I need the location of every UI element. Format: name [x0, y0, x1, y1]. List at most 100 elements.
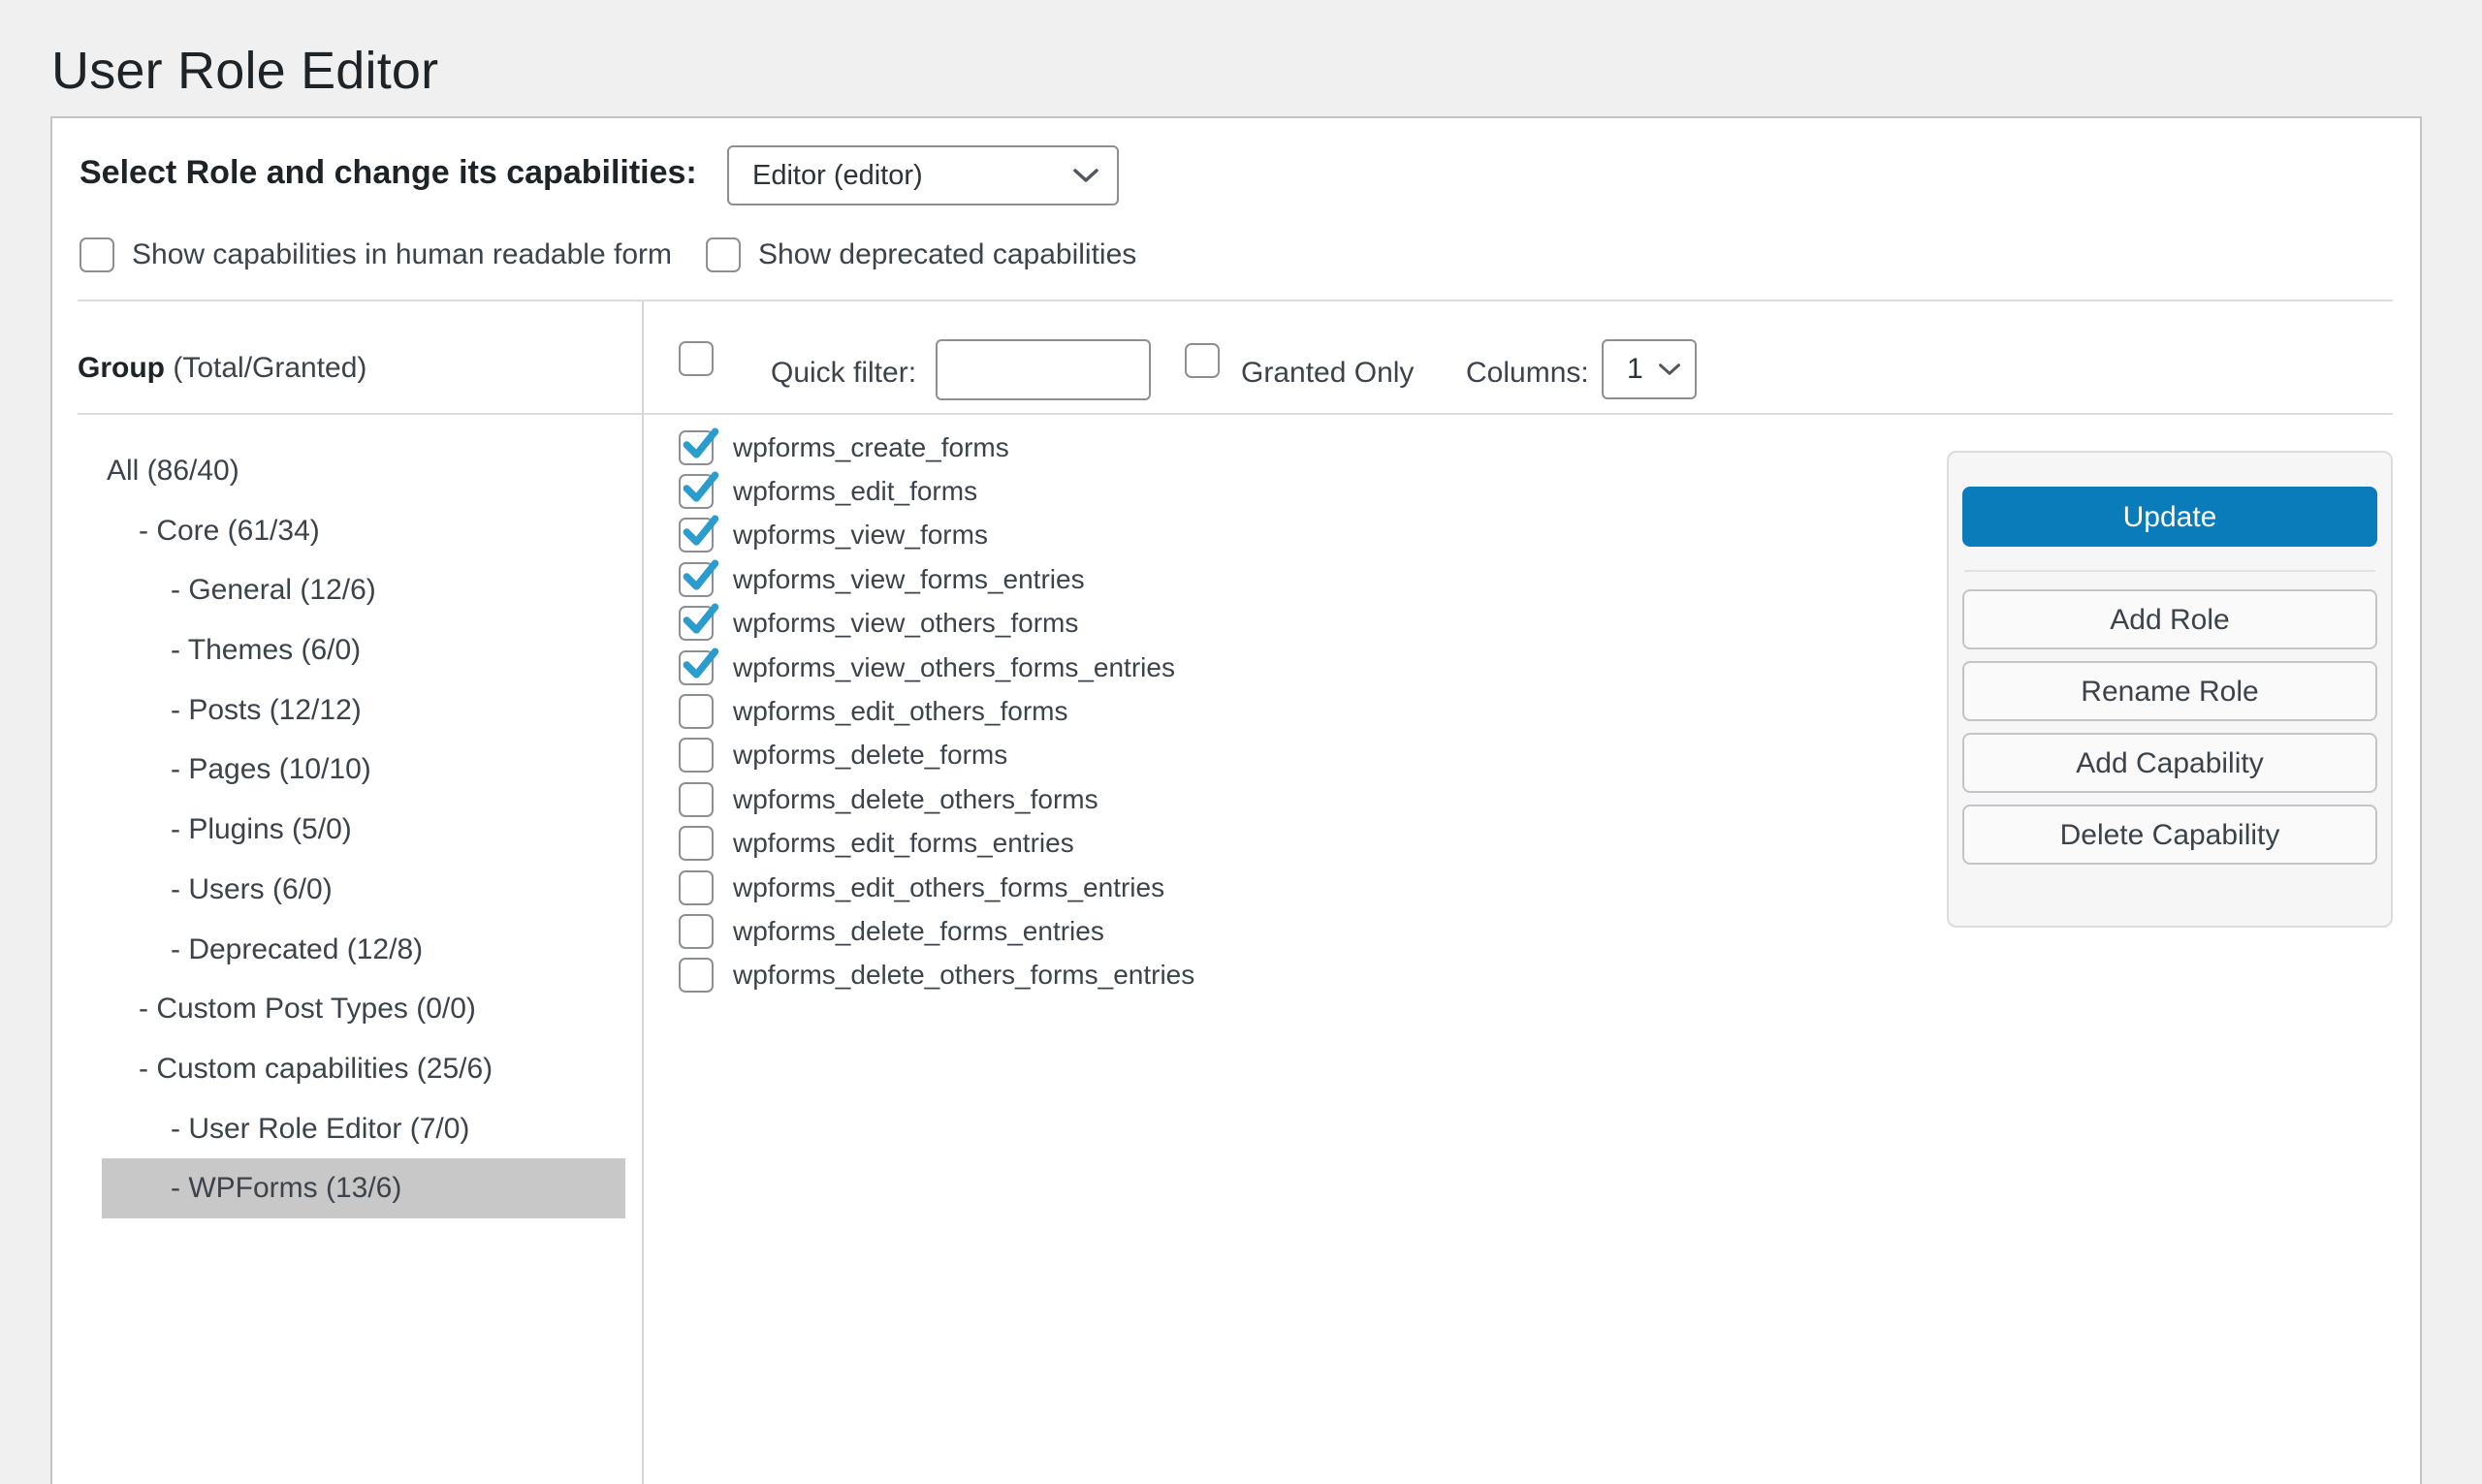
chevron-down-icon: [1658, 362, 1681, 377]
group-header-rest: (Total/Granted): [165, 352, 366, 384]
capability-name: wpforms_edit_forms_entries: [733, 828, 1074, 859]
show-human-readable-checkbox[interactable]: [80, 237, 114, 272]
group-tree-item-label: - User Role Editor (7/0): [171, 1113, 469, 1145]
capability-checkbox[interactable]: [679, 650, 714, 685]
capability-name: wpforms_view_forms: [733, 520, 988, 551]
column-divider: [642, 301, 644, 1484]
group-tree-item-label: - General (12/6): [171, 574, 376, 606]
group-tree-item[interactable]: - Pages (10/10): [102, 740, 625, 800]
actions-separator: [1964, 570, 2375, 572]
group-tree-item[interactable]: All (86/40): [102, 441, 625, 501]
capability-row: wpforms_view_forms: [679, 514, 1194, 557]
add-role-button[interactable]: Add Role: [1962, 589, 2377, 649]
capability-row: wpforms_delete_forms: [679, 734, 1194, 777]
capability-checkbox[interactable]: [679, 474, 714, 509]
group-tree-item[interactable]: - Users (6/0): [102, 860, 625, 920]
group-tree-item-label: - Pages (10/10): [171, 753, 371, 785]
capability-name: wpforms_delete_forms_entries: [733, 916, 1104, 947]
columns-select[interactable]: 1: [1602, 339, 1697, 399]
capability-name: wpforms_edit_others_forms_entries: [733, 872, 1164, 903]
granted-only-label: Granted Only: [1241, 356, 1414, 391]
add-capability-button[interactable]: Add Capability: [1962, 733, 2377, 793]
capability-row: wpforms_edit_others_forms_entries: [679, 866, 1194, 909]
group-tree-item-label: - Themes (6/0): [171, 634, 361, 666]
update-button[interactable]: Update: [1962, 487, 2377, 547]
show-human-readable-label: Show capabilities in human readable form: [132, 237, 672, 272]
capability-row: wpforms_delete_others_forms: [679, 777, 1194, 821]
capability-name: wpforms_edit_forms: [733, 476, 977, 507]
capability-name: wpforms_delete_forms: [733, 740, 1007, 771]
capability-row: wpforms_delete_others_forms_entries: [679, 954, 1194, 997]
checkmark-icon: [679, 423, 721, 465]
capability-name: wpforms_create_forms: [733, 432, 1009, 463]
capability-name: wpforms_view_others_forms_entries: [733, 652, 1175, 683]
group-tree-item-label: All (86/40): [107, 455, 239, 487]
capability-row: wpforms_create_forms: [679, 426, 1194, 469]
group-tree-item[interactable]: - General (12/6): [102, 560, 625, 620]
user-role-editor-page: User Role Editor Select Role and change …: [0, 0, 2482, 1484]
select-all-capabilities-checkbox[interactable]: [679, 341, 714, 376]
role-select-value: Editor (editor): [752, 160, 923, 192]
checkmark-icon: [679, 466, 721, 509]
group-tree: All (86/40) - Core (61/34) - General (12…: [102, 441, 625, 1218]
capability-checkbox[interactable]: [679, 958, 714, 993]
group-tree-item[interactable]: - Custom capabilities (25/6): [102, 1039, 625, 1099]
columns-select-value: 1: [1627, 353, 1643, 386]
group-tree-item[interactable]: - Posts (12/12): [102, 680, 625, 741]
capability-checkbox[interactable]: [679, 694, 714, 729]
group-tree-item-label: - Posts (12/12): [171, 694, 362, 726]
capability-checkbox[interactable]: [679, 782, 714, 817]
checkmark-icon: [679, 598, 721, 641]
capability-checkbox[interactable]: [679, 914, 714, 949]
group-tree-item[interactable]: - Custom Post Types (0/0): [102, 979, 625, 1039]
chevron-down-icon: [1072, 167, 1099, 184]
group-header-bold: Group: [78, 352, 165, 384]
group-tree-item[interactable]: - Core (61/34): [102, 501, 625, 561]
group-tree-item[interactable]: - Themes (6/0): [102, 620, 625, 680]
group-tree-item[interactable]: - WPForms (13/6): [102, 1158, 625, 1218]
page-title: User Role Editor: [51, 41, 438, 101]
show-deprecated-checkbox[interactable]: [706, 237, 741, 272]
group-tree-item-label: - Core (61/34): [139, 515, 320, 547]
quick-filter-label: Quick filter:: [771, 356, 916, 391]
capability-name: wpforms_delete_others_forms_entries: [733, 960, 1194, 991]
capability-checkbox[interactable]: [679, 826, 714, 861]
capability-row: wpforms_edit_forms_entries: [679, 822, 1194, 866]
capability-name: wpforms_delete_others_forms: [733, 784, 1098, 815]
capability-row: wpforms_edit_forms: [679, 469, 1194, 513]
granted-only-checkbox[interactable]: [1185, 343, 1220, 378]
role-select[interactable]: Editor (editor): [727, 145, 1119, 205]
rename-role-button[interactable]: Rename Role: [1962, 661, 2377, 721]
quick-filter-input[interactable]: [936, 339, 1151, 400]
capability-name: wpforms_view_others_forms: [733, 608, 1078, 639]
capability-name: wpforms_edit_others_forms: [733, 696, 1067, 727]
capability-row: wpforms_view_others_forms: [679, 602, 1194, 646]
group-tree-item-label: - Users (6/0): [171, 873, 333, 905]
group-tree-item-label: - Deprecated (12/8): [171, 933, 423, 965]
select-role-label: Select Role and change its capabilities:: [80, 150, 697, 195]
group-tree-item-label: - Custom Post Types (0/0): [139, 993, 476, 1025]
capability-checkbox[interactable]: [679, 870, 714, 905]
checkmark-icon: [679, 643, 721, 685]
group-tree-item[interactable]: - User Role Editor (7/0): [102, 1099, 625, 1159]
actions-panel: Update Add Role Rename Role Add Capability…: [1947, 451, 2393, 928]
capability-checkbox[interactable]: [679, 430, 714, 465]
checkmark-icon: [679, 510, 721, 553]
header-separator: [78, 300, 2393, 301]
columns-label: Columns:: [1466, 356, 1589, 391]
group-tree-item[interactable]: - Deprecated (12/8): [102, 920, 625, 980]
capability-checkbox[interactable]: [679, 738, 714, 773]
group-tree-item[interactable]: - Plugins (5/0): [102, 800, 625, 860]
secondary-actions: Add Role Rename Role Add Capability Delete …: [1962, 589, 2377, 865]
capability-checkbox[interactable]: [679, 518, 714, 553]
capability-checkbox[interactable]: [679, 562, 714, 597]
checkmark-icon: [679, 554, 721, 597]
filter-row-separator: [78, 413, 2393, 415]
capability-row: wpforms_edit_others_forms: [679, 689, 1194, 733]
group-column-header: Group (Total/Granted): [78, 351, 366, 386]
capability-name: wpforms_view_forms_entries: [733, 564, 1085, 595]
capability-checkbox[interactable]: [679, 606, 714, 641]
delete-capability-button[interactable]: Delete Capability: [1962, 805, 2377, 865]
capability-row: wpforms_view_others_forms_entries: [679, 646, 1194, 689]
capability-row: wpforms_delete_forms_entries: [679, 909, 1194, 953]
